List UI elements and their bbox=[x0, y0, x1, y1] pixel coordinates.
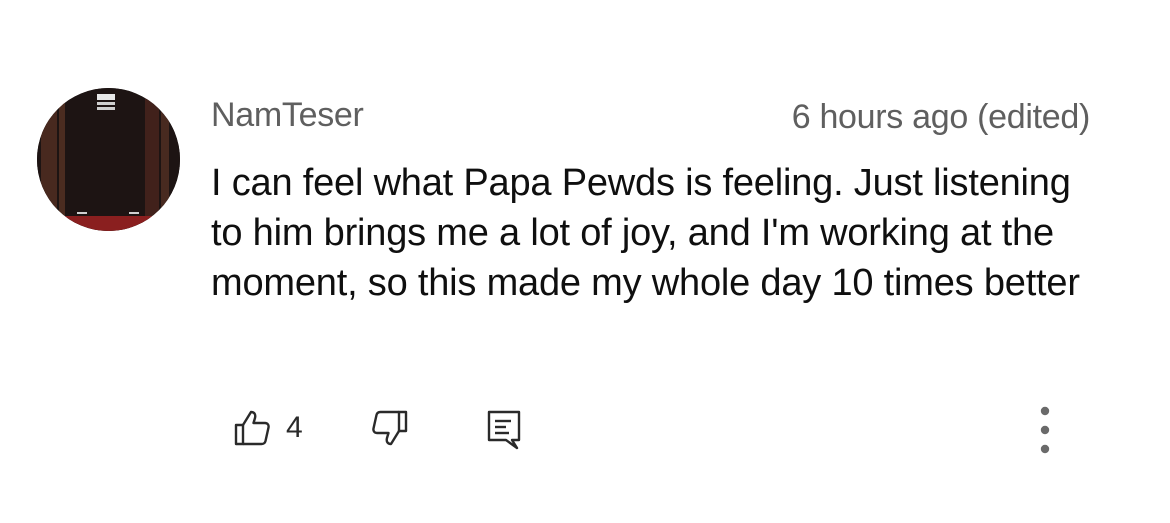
comment-author[interactable]: NamTeser bbox=[211, 96, 364, 135]
vertical-ellipsis-icon bbox=[1040, 406, 1050, 454]
like-button[interactable]: 4 bbox=[232, 408, 303, 448]
thumbs-down-icon bbox=[372, 410, 408, 446]
thumbs-up-icon bbox=[234, 410, 270, 446]
reply-comment-icon bbox=[487, 410, 521, 450]
avatar[interactable] bbox=[37, 88, 180, 231]
comment-item: NamTeser 6 hours ago (edited) I can feel… bbox=[0, 0, 1170, 523]
dislike-button[interactable] bbox=[370, 408, 410, 448]
comment-timestamp: 6 hours ago (edited) bbox=[791, 98, 1091, 136]
more-options-button[interactable] bbox=[1030, 402, 1060, 458]
like-count: 4 bbox=[286, 411, 303, 444]
avatar-image bbox=[37, 88, 180, 231]
comment-text: I can feel what Papa Pewds is feeling. J… bbox=[211, 162, 1080, 304]
reply-button[interactable] bbox=[484, 408, 524, 450]
